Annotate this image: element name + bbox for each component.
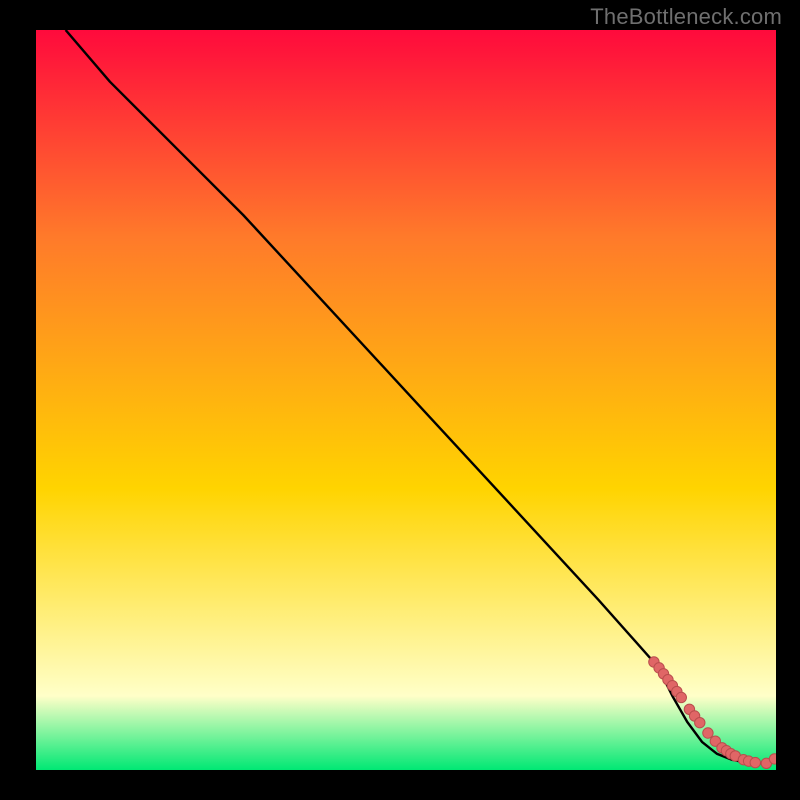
- app-frame: TheBottleneck.com: [0, 0, 800, 800]
- chart-svg: [36, 30, 776, 770]
- chart-area: [36, 30, 776, 770]
- data-point: [676, 692, 686, 702]
- data-point: [703, 728, 713, 738]
- data-point: [695, 717, 705, 727]
- chart-background: [36, 30, 776, 770]
- data-point: [750, 757, 760, 767]
- data-point: [769, 754, 776, 764]
- watermark-text: TheBottleneck.com: [590, 4, 782, 30]
